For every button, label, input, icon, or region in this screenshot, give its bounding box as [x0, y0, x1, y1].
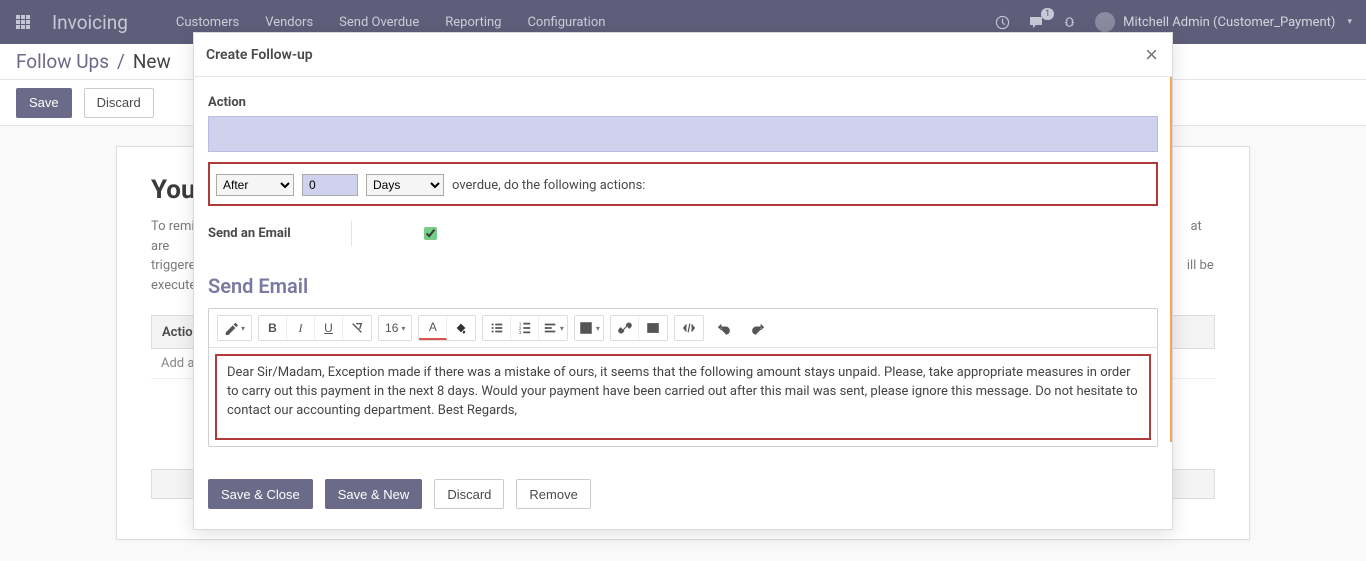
modal-discard-button[interactable]: Discard [434, 479, 504, 509]
editor-textarea[interactable]: Dear Sir/Madam, Exception made if there … [215, 354, 1151, 440]
editor-style-dropdown[interactable] [218, 316, 251, 340]
editor-image-button[interactable] [639, 316, 667, 340]
nav-right: 1 Mitchell Admin (Customer_Payment) ▾ [995, 12, 1352, 32]
save-button[interactable]: Save [16, 88, 72, 118]
separator [351, 220, 352, 246]
bug-icon[interactable] [1062, 15, 1077, 30]
send-email-checkbox[interactable] [424, 227, 437, 240]
breadcrumb-current: New [133, 50, 171, 73]
close-icon[interactable]: × [1145, 44, 1158, 66]
app-brand[interactable]: Invoicing [52, 11, 128, 34]
breadcrumb-parent[interactable]: Follow Ups [16, 50, 109, 73]
nav-menu-customers[interactable]: Customers [176, 15, 239, 30]
chevron-down-icon: ▾ [1347, 17, 1352, 27]
create-followup-modal: Create Follow-up × Action After Before D… [193, 32, 1173, 530]
avatar [1095, 12, 1115, 32]
editor-align-dropdown[interactable] [539, 316, 567, 340]
editor-fontsize-dropdown[interactable]: 16 [379, 316, 411, 340]
modal-header: Create Follow-up × [194, 33, 1172, 77]
nav-menu-reporting[interactable]: Reporting [445, 15, 501, 30]
editor-undo-button[interactable] [710, 316, 738, 340]
modal-footer: Save & Close Save & New Discard Remove [194, 467, 1172, 529]
chat-icon[interactable]: 1 [1028, 14, 1044, 30]
send-email-section-heading: Send Email [208, 274, 1158, 298]
chat-badge: 1 [1041, 8, 1054, 20]
editor-toolbar: B I U 16 A [209, 309, 1157, 348]
nav-menu: Customers Vendors Send Overdue Reporting… [176, 15, 606, 30]
timing-value-input[interactable] [302, 174, 358, 196]
modified-indicator-bar [1170, 77, 1172, 442]
nav-menu-configuration[interactable]: Configuration [527, 15, 605, 30]
editor-clear-format-button[interactable] [343, 316, 371, 340]
nav-menu-send-overdue[interactable]: Send Overdue [339, 15, 419, 30]
editor-text-color-button[interactable]: A [419, 316, 447, 340]
clock-icon[interactable] [995, 15, 1010, 30]
timing-row-highlight: After Before Days Weeks Months overdue, … [208, 162, 1158, 206]
svg-text:3: 3 [519, 330, 522, 335]
apps-grid-icon[interactable] [14, 13, 32, 31]
timing-suffix-text: overdue, do the following actions: [452, 178, 645, 193]
send-an-email-label: Send an Email [208, 226, 291, 241]
nav-menu-vendors[interactable]: Vendors [265, 15, 313, 30]
action-input[interactable] [208, 116, 1158, 152]
editor-bg-color-button[interactable] [447, 316, 475, 340]
modal-body: Action After Before Days Weeks Months ov… [194, 77, 1172, 467]
discard-button[interactable]: Discard [84, 88, 154, 118]
user-name-label: Mitchell Admin (Customer_Payment) [1123, 15, 1335, 30]
timing-when-select[interactable]: After Before [216, 174, 294, 196]
editor-underline-button[interactable]: U [315, 316, 343, 340]
editor-italic-button[interactable]: I [287, 316, 315, 340]
save-close-button[interactable]: Save & Close [208, 479, 313, 509]
action-label: Action [208, 95, 1158, 110]
editor-redo-button[interactable] [744, 316, 772, 340]
editor-ul-button[interactable] [483, 316, 511, 340]
send-email-row: Send an Email [208, 220, 1158, 246]
user-menu[interactable]: Mitchell Admin (Customer_Payment) ▾ [1095, 12, 1352, 32]
save-new-button[interactable]: Save & New [325, 479, 423, 509]
rich-text-editor: B I U 16 A [208, 308, 1158, 447]
modal-title: Create Follow-up [206, 47, 313, 63]
editor-code-button[interactable] [675, 316, 703, 340]
editor-table-dropdown[interactable] [575, 316, 603, 340]
breadcrumb-separator: / [117, 50, 125, 73]
remove-button[interactable]: Remove [516, 479, 590, 509]
editor-link-button[interactable] [611, 316, 639, 340]
editor-ol-button[interactable]: 123 [511, 316, 539, 340]
editor-bold-button[interactable]: B [259, 316, 287, 340]
timing-unit-select[interactable]: Days Weeks Months [366, 174, 444, 196]
